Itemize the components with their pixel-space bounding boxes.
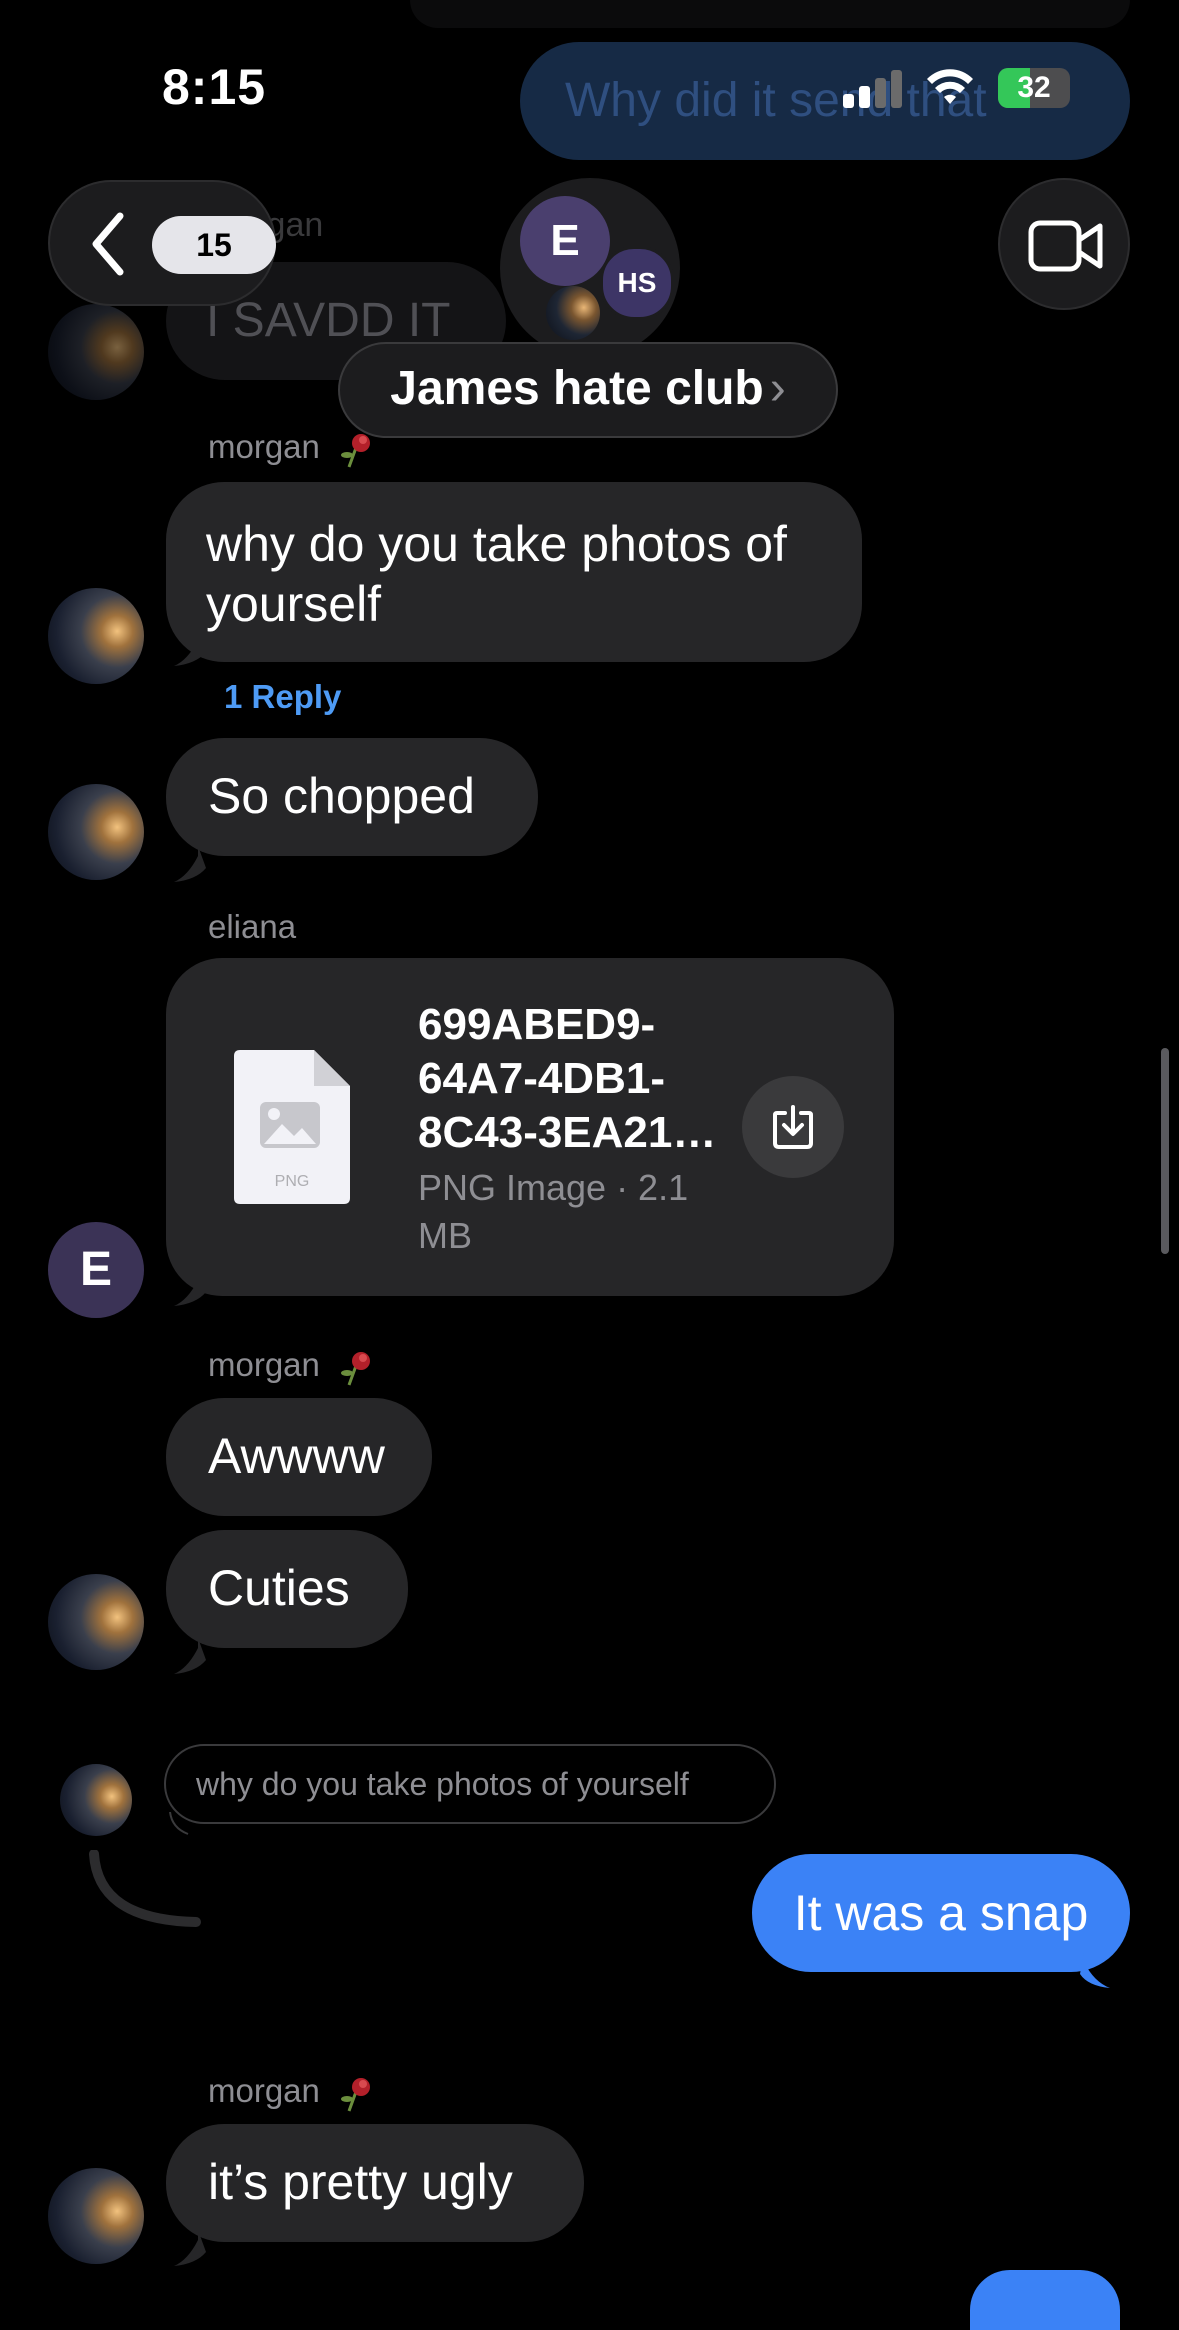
file-type-label: PNG <box>275 1173 310 1190</box>
file-attachment-bubble[interactable]: PNG 699ABED9-64A7-4DB1-8C43-3EA21… PNG I… <box>166 958 894 1296</box>
wifi-icon <box>925 66 975 106</box>
message-bubble[interactable]: why do you take photos of yourself <box>166 482 862 662</box>
thread-reply-link[interactable]: 1 Reply <box>224 678 341 716</box>
video-camera-icon <box>1028 220 1103 272</box>
sent-message-bubble[interactable]: It was a snap <box>752 1854 1130 1972</box>
avatar[interactable] <box>60 1764 132 1836</box>
bubble-tail <box>174 846 206 882</box>
battery-level: 32 <box>1017 71 1051 104</box>
back-button[interactable]: 15 <box>48 180 276 306</box>
avatar-photo <box>546 286 600 340</box>
rose-emoji-icon <box>341 2078 371 2112</box>
scrollbar[interactable] <box>1161 1048 1169 1254</box>
sender-name: morgan <box>208 428 377 469</box>
cellular-signal-icon <box>843 68 903 108</box>
bubble-tail <box>174 1638 206 1674</box>
bubble-tail <box>174 1270 206 1306</box>
png-file-icon: PNG <box>234 1050 350 1204</box>
quoted-message[interactable]: why do you take photos of yourself <box>164 1744 776 1824</box>
quote-tail <box>169 1812 189 1835</box>
file-meta: PNG Image · 2.1 MB <box>418 1167 689 1256</box>
sent-message-bubble-partial[interactable] <box>970 2270 1120 2330</box>
bubble-tail <box>1080 1952 1110 1988</box>
avatar-hs: HS <box>600 246 674 320</box>
reply-thread-line <box>89 1850 201 1927</box>
bubble-tail <box>174 630 206 666</box>
chevron-left-icon <box>92 212 124 276</box>
sender-name: eliana <box>208 908 297 945</box>
avatar[interactable] <box>48 304 144 400</box>
avatar[interactable] <box>48 2168 144 2264</box>
bubble-tail <box>174 2230 206 2266</box>
avatar[interactable] <box>48 588 144 684</box>
status-time: 8:15 <box>162 59 267 115</box>
group-avatar-cluster[interactable]: E HS <box>500 178 680 358</box>
message-bubble[interactable]: So chopped <box>166 738 538 856</box>
avatar[interactable] <box>48 1574 144 1670</box>
unread-count-badge: 15 <box>152 216 278 274</box>
download-button[interactable] <box>742 1076 844 1178</box>
avatar-e: E <box>520 196 610 286</box>
unread-count: 15 <box>152 216 276 274</box>
faded-message-top <box>410 0 1130 28</box>
file-name: 699ABED9-64A7-4DB1-8C43-3EA21… <box>418 1000 717 1157</box>
battery-icon: 32 <box>998 68 1070 108</box>
facetime-video-button[interactable] <box>998 178 1130 310</box>
message-bubble[interactable]: it’s pretty ugly <box>166 2124 584 2242</box>
rose-emoji-icon <box>341 1352 371 1386</box>
chevron-right-icon: › <box>769 362 786 415</box>
download-icon <box>773 1105 813 1149</box>
sender-name: morgan <box>208 1346 377 1387</box>
avatar[interactable] <box>48 784 144 880</box>
avatar-e[interactable]: E <box>48 1222 144 1318</box>
sender-name: morgan <box>208 2072 377 2113</box>
group-name: James hate club <box>390 362 764 415</box>
group-name-button[interactable]: James hate club › <box>338 342 838 438</box>
message-bubble[interactable]: Cuties <box>166 1530 408 1648</box>
rose-emoji-icon <box>341 434 371 468</box>
message-bubble[interactable]: Awwww <box>166 1398 432 1516</box>
